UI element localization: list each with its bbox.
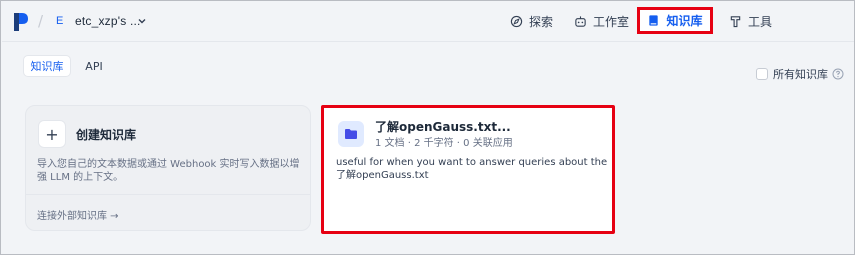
create-dataset-title: 创建知识库: [76, 128, 137, 142]
hammer-icon: [730, 16, 741, 28]
nav-datasets[interactable]: 知识库: [637, 7, 713, 34]
workspace-avatar[interactable]: E: [56, 15, 63, 27]
create-dataset-card[interactable]: + 创建知识库 导入您自己的文本数据或通过 Webhook 实时写入数据以增强 …: [25, 105, 311, 231]
card-divider: [26, 194, 310, 195]
dataset-meta: 1 文档 · 2 千字符 · 0 关联应用: [375, 138, 513, 149]
tab-datasets[interactable]: 知识库: [23, 55, 71, 77]
nav-studio-label: 工作室: [593, 15, 630, 29]
nav-tools-label: 工具: [748, 15, 773, 29]
app-logo-icon[interactable]: [14, 13, 28, 31]
app-window: / E etc_xzp's ... 探索 工作室 知识库 工具 知识库 API …: [0, 0, 855, 255]
workspace-switcher[interactable]: etc_xzp's ...: [75, 14, 141, 28]
book-icon: [649, 15, 659, 26]
create-dataset-description: 导入您自己的文本数据或通过 Webhook 实时写入数据以增强 LLM 的上下文…: [37, 159, 300, 183]
chevron-down-icon[interactable]: [137, 16, 147, 26]
top-navbar: / E etc_xzp's ... 探索 工作室 知识库 工具: [2, 2, 854, 42]
plus-icon: +: [38, 120, 66, 148]
all-datasets-label[interactable]: 所有知识库: [773, 66, 828, 82]
all-datasets-checkbox[interactable]: [756, 68, 768, 80]
tab-api[interactable]: API: [79, 55, 109, 77]
nav-explore-label: 探索: [529, 15, 554, 29]
nav-datasets-label: 知识库: [666, 14, 703, 28]
help-circle-icon[interactable]: [832, 68, 844, 80]
connect-external-dataset-link[interactable]: 连接外部知识库 →: [37, 207, 119, 222]
dataset-card[interactable]: 了解openGauss.txt... 1 文档 · 2 千字符 · 0 关联应用…: [321, 105, 615, 234]
breadcrumb-separator: /: [38, 12, 44, 30]
dataset-name: 了解openGauss.txt...: [375, 120, 511, 134]
folder-icon: [338, 121, 364, 147]
nav-explore[interactable]: 探索: [504, 8, 559, 35]
nav-studio[interactable]: 工作室: [568, 8, 635, 35]
compass-icon: [510, 15, 523, 28]
nav-tools[interactable]: 工具: [723, 8, 778, 35]
dataset-description: useful for when you want to answer queri…: [336, 157, 608, 181]
robot-icon: [575, 16, 586, 27]
